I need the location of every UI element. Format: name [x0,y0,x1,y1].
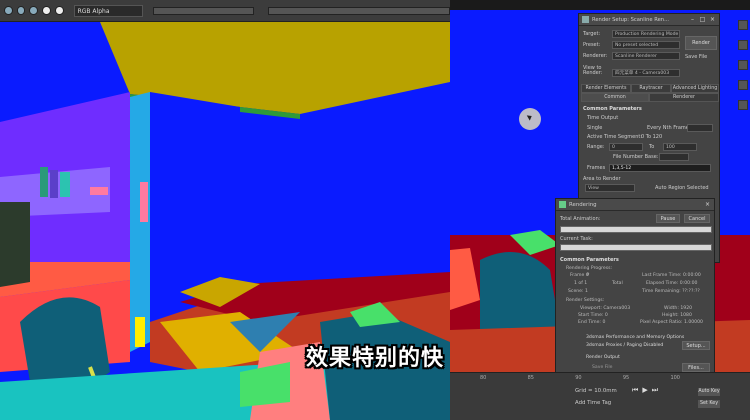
current-task-label: Current Task: [560,236,593,242]
pixel-aspect-value: Pixel Aspect Ratio: 1.00000 [640,320,703,325]
create-icon[interactable] [738,20,748,30]
tick-label: 95 [622,375,630,381]
prev-frame-icon[interactable]: ⏮ [632,386,638,395]
minimize-icon[interactable]: – [689,16,696,23]
elapsed-time: Elapsed Time: 0:00:00 [646,281,698,286]
tick-label: 100 [670,375,680,381]
frame-value: 0 [586,273,589,278]
range-from-input[interactable]: 0 [609,143,643,151]
rendering-titlebar[interactable]: Rendering × [556,199,714,211]
viewport-value: Viewport: Camera003 [580,306,631,311]
save-file-checkbox[interactable]: Save File [685,54,707,60]
time-output-label: Time Output [587,115,619,121]
tick-label: 80 [480,375,487,381]
close-icon[interactable]: × [709,16,716,23]
renderer-select[interactable]: Scanline Renderer [612,52,680,60]
tick-label: 85 [527,375,534,381]
total-animation-progress [560,226,712,233]
area-to-render-select[interactable]: View [585,184,635,192]
display-icon[interactable] [738,100,748,110]
frame-buffer-slider-2[interactable] [267,6,451,15]
range-to-label: To [649,144,655,150]
view-to-render-select[interactable]: 四元菜单 4 - Camera003 [612,69,680,77]
pause-button[interactable]: Pause [656,214,680,223]
render-settings-label: Render Settings: [566,298,605,303]
channel-alpha-icon[interactable] [42,6,51,15]
rendering-title: Rendering [569,201,597,208]
video-subtitle: 效果特别的快 [305,346,444,371]
tab-render-elements[interactable]: Render Elements [581,84,631,93]
tick-label: 90 [575,375,582,381]
range-to-input[interactable]: 100 [663,143,697,151]
every-nth-frame-label: Every Nth Frame: [647,125,691,131]
tab-advanced-lighting[interactable]: Advanced Lighting [671,84,719,93]
app-screen: { "frame_buffer": { "channel_select": "R… [0,0,750,420]
render-setup-titlebar[interactable]: Render Setup: Scanline Ren... – □ × [579,14,719,26]
frame-buffer-toolbar: RGB Alpha [0,0,451,22]
current-task-progress [560,244,712,251]
view-to-render-label: View to Render: [583,65,603,76]
monochrome-icon[interactable] [54,6,64,15]
file-number-base-input[interactable] [659,153,689,161]
channel-select[interactable]: RGB Alpha [73,4,143,17]
every-nth-frame-input[interactable] [687,124,713,132]
common-parameters-header[interactable]: Common Parameters [560,257,619,263]
next-frame-icon[interactable]: ⏭ [652,386,658,395]
frame-buffer-slider[interactable] [152,6,254,15]
modify-icon[interactable] [738,40,748,50]
total-label: Total [612,281,623,286]
time-remaining: Time Remaining: ??:??:?? [642,289,700,294]
start-time-value: Start Time: 0 [578,313,608,318]
width-value: Width: 1920 [664,306,693,311]
motion-icon[interactable] [738,80,748,90]
height-value: Height: 1080 [662,313,692,318]
single-radio[interactable]: Single [587,125,602,131]
channel-blue-icon[interactable] [29,6,39,15]
active-segment-radio[interactable]: Active Time Segment: [587,134,642,140]
hierarchy-icon[interactable] [738,60,748,70]
preset-label: Preset: [583,42,601,48]
play-icon[interactable]: ▶ [642,386,647,395]
preset-select[interactable]: No preset selected [612,41,680,49]
cursor-highlight-icon [519,108,541,130]
cancel-button[interactable]: Cancel [684,214,710,223]
file-number-base-label: File Number Base: [613,154,659,160]
scene-label: Scene: 1 [568,289,588,294]
rendering-progress-label: Rendering Progress: [566,266,613,271]
grid-indicator: Grid = 10.0mm [575,388,617,394]
teapot-icon [582,16,589,23]
end-time-value: End Time: 0 [578,320,606,325]
auto-region-checkbox[interactable]: Auto Region Selected [655,185,709,191]
command-panel-icons [738,20,750,320]
set-key-button[interactable]: Set Key [698,400,720,408]
last-frame-time: Last Frame Time: 0:00:00 [642,273,701,278]
target-select[interactable]: Production Rendering Mode [612,30,680,38]
active-segment-value: 0 To 120 [641,134,663,140]
area-to-render-label: Area to Render [583,176,621,182]
channel-red-icon[interactable] [4,6,13,15]
common-parameters-header[interactable]: Common Parameters [583,106,642,112]
maximize-icon[interactable]: □ [699,16,706,23]
tab-common[interactable]: Common [581,93,649,102]
timeline[interactable]: 80 85 90 95 100 [450,372,750,420]
frames-radio[interactable]: Frames [587,165,605,171]
target-label: Target: [583,31,601,37]
of-label: 1 of 1 [574,281,588,286]
timeline-ticks: 80 85 90 95 100 [480,375,680,383]
tab-raytracer[interactable]: Raytracer [631,84,671,93]
range-radio[interactable]: Range: [587,144,605,150]
render-icon [559,201,566,208]
renderer-label: Renderer: [583,53,608,59]
tab-renderer[interactable]: Renderer [649,93,719,102]
total-animation-label: Total Animation: [560,216,601,222]
playback-controls: ⏮ ▶ ⏭ [632,386,658,395]
channel-green-icon[interactable] [16,6,26,15]
render-setup-title: Render Setup: Scanline Ren... [592,16,670,23]
auto-key-button[interactable]: Auto Key [698,388,720,396]
close-icon[interactable]: × [704,201,711,208]
render-button[interactable]: Render [685,36,717,50]
frames-input[interactable]: 1,3,5-12 [609,164,711,172]
add-time-tag-button[interactable]: Add Time Tag [575,400,611,406]
